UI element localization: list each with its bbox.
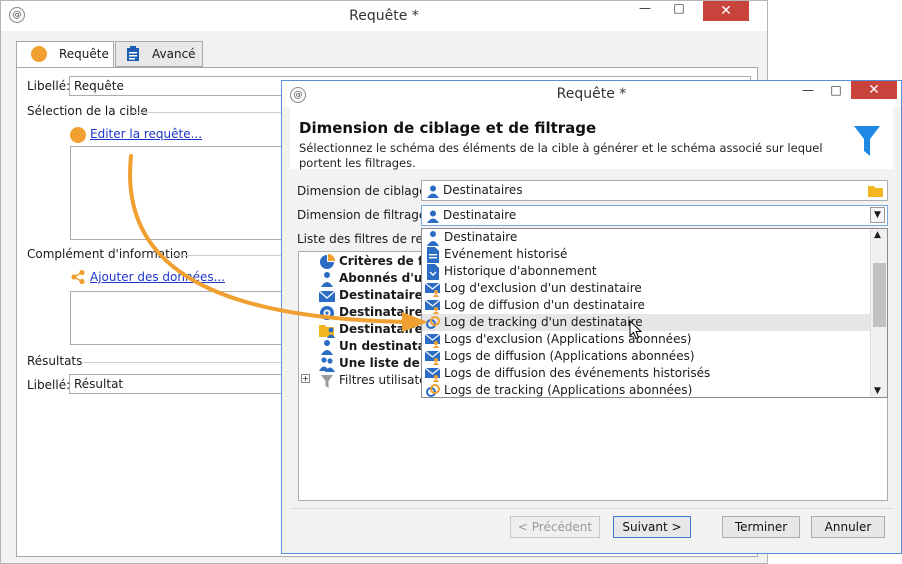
envelope-person-icon — [425, 282, 441, 297]
minimize-icon[interactable]: — — [631, 1, 659, 21]
maximize-icon[interactable]: □ — [823, 81, 849, 101]
edit-query-link[interactable]: Editer la requête... — [90, 127, 202, 141]
clipboard-icon — [127, 46, 139, 61]
dropdown-option[interactable]: Logs de diffusion (Applications abonnées… — [422, 348, 872, 365]
filtering-dimension-value: Destinataire — [443, 208, 517, 222]
tracking-link-icon — [426, 316, 440, 329]
section-divider — [83, 362, 283, 363]
dropdown-option[interactable]: Logs de diffusion des événements histori… — [422, 365, 872, 382]
edit-query-icon — [70, 127, 86, 143]
libelle-label: Libellé: — [27, 79, 71, 93]
envelope-person-icon — [425, 350, 441, 365]
query-dot-icon — [31, 46, 47, 62]
next-button[interactable]: Suivant > — [613, 516, 691, 538]
previous-button[interactable]: < Précédent — [510, 516, 600, 538]
dropdown-option-label: Log d'exclusion d'un destinataire — [444, 281, 642, 295]
additional-data-box — [70, 291, 290, 345]
envelope-person-icon — [425, 333, 441, 348]
dropdown-option[interactable]: Evénement historisé — [422, 246, 872, 263]
section-divider — [173, 255, 283, 256]
dropdown-option-highlighted[interactable]: Log de tracking d'un destinataire — [422, 314, 872, 331]
person-icon — [427, 231, 439, 246]
dropdown-option-label: Log de diffusion d'un destinataire — [444, 298, 645, 312]
tree-item-label: Destinataires — [339, 322, 430, 336]
scroll-down-icon[interactable]: ▼ — [874, 386, 881, 396]
person-icon — [321, 340, 333, 355]
people-icon — [319, 357, 335, 372]
tab-avance-label: Avancé — [152, 47, 196, 61]
dropdown-option[interactable]: Log de diffusion d'un destinataire — [422, 297, 872, 314]
person-icon — [427, 185, 439, 198]
folder-icon[interactable] — [868, 184, 883, 197]
tab-requete-label: Requête — [59, 47, 109, 61]
dropdown-option[interactable]: Logs d'exclusion (Applications abonnées) — [422, 331, 872, 348]
envelope-icon — [319, 290, 335, 302]
add-data-link[interactable]: Ajouter des données... — [90, 270, 225, 284]
history-icon — [427, 264, 439, 280]
dialog-header-description: Sélectionnez le schéma des éléments de l… — [299, 141, 823, 170]
dropdown-option-label: Logs d'exclusion (Applications abonnées) — [444, 332, 692, 346]
cancel-button[interactable]: Annuler — [811, 516, 885, 538]
folder-person-icon — [319, 325, 335, 338]
targeting-dimension-field[interactable]: Destinataires — [421, 180, 888, 201]
subscribers-icon — [321, 272, 333, 287]
dropdown-option[interactable]: Destinataire — [422, 229, 872, 246]
tab-avance[interactable]: Avancé — [115, 41, 203, 67]
criteria-icon — [320, 254, 335, 269]
targeting-dimension-label: Dimension de ciblage: — [297, 184, 431, 198]
dropdown-option-label: Logs de tracking (Applications abonnées) — [444, 383, 693, 397]
query-preview-box — [70, 146, 290, 240]
chevron-down-icon[interactable]: ▼ — [870, 207, 885, 223]
document-icon — [427, 247, 439, 263]
targeting-dialog: @ Requête * — □ ✕ Dimension de ciblage e… — [281, 80, 902, 554]
dropdown-scrollbar[interactable]: ▲ ▼ — [870, 229, 887, 397]
tree-item[interactable]: Destinataires — [319, 322, 430, 338]
tree-item[interactable]: + Filtres utilisateu — [301, 373, 435, 388]
envelope-person-icon — [425, 299, 441, 314]
dropdown-option[interactable]: Log d'exclusion d'un destinataire — [422, 280, 872, 297]
dropdown-option-label: Destinataire — [444, 230, 518, 244]
finish-button[interactable]: Terminer — [722, 516, 800, 538]
tab-requete[interactable]: Requête — [16, 41, 114, 68]
result-input[interactable]: Résultat — [69, 374, 289, 394]
dropdown-option-label: Logs de diffusion des événements histori… — [444, 366, 711, 380]
dialog-header-title: Dimension de ciblage et de filtrage — [299, 119, 597, 137]
tree-item-label: Filtres utilisateu — [339, 373, 435, 387]
maximize-icon[interactable]: □ — [665, 1, 693, 21]
funnel-icon — [321, 375, 333, 388]
filtering-dimension-dropdown[interactable]: Destinataire Evénement historisé Histori… — [421, 228, 888, 398]
dialog-header: Dimension de ciblage et de filtrage Séle… — [290, 107, 893, 170]
expand-icon[interactable]: + — [301, 374, 310, 383]
minimize-icon[interactable]: — — [795, 81, 821, 101]
funnel-icon — [854, 126, 880, 156]
filtering-dimension-select[interactable]: Destinataire ▼ — [421, 205, 888, 226]
target-icon — [320, 306, 334, 320]
dropdown-option[interactable]: Historique d'abonnement — [422, 263, 872, 280]
close-icon[interactable]: ✕ — [703, 1, 749, 21]
section-results-title: Résultats — [27, 354, 87, 368]
dropdown-option-label: Historique d'abonnement — [444, 264, 597, 278]
dropdown-option-label: Logs de diffusion (Applications abonnées… — [444, 349, 695, 363]
close-icon[interactable]: ✕ — [851, 81, 897, 99]
filtering-dimension-label: Dimension de filtrage: — [297, 208, 431, 222]
footer-divider — [290, 508, 893, 509]
mouse-cursor-icon — [629, 320, 643, 340]
background-titlebar: @ Requête * — □ ✕ — [1, 1, 767, 31]
dropdown-option-label: Log de tracking d'un destinataire — [444, 315, 643, 329]
targeting-dimension-value: Destinataires — [443, 183, 523, 197]
person-icon — [427, 210, 439, 223]
dropdown-option[interactable]: Logs de tracking (Applications abonnées) — [422, 382, 872, 397]
share-icon — [71, 269, 85, 285]
dropdown-option-label: Evénement historisé — [444, 247, 568, 261]
result-label: Libellé: — [27, 378, 71, 392]
envelope-person-icon — [425, 367, 441, 382]
section-target-title: Sélection de la cible — [27, 104, 152, 118]
tracking-link-icon — [426, 384, 440, 397]
section-complement-title: Complément d'information — [27, 247, 193, 261]
scroll-up-icon[interactable]: ▲ — [874, 230, 881, 240]
dialog-titlebar: @ Requête * — □ ✕ — [282, 81, 901, 107]
scrollbar-thumb[interactable] — [873, 263, 886, 327]
